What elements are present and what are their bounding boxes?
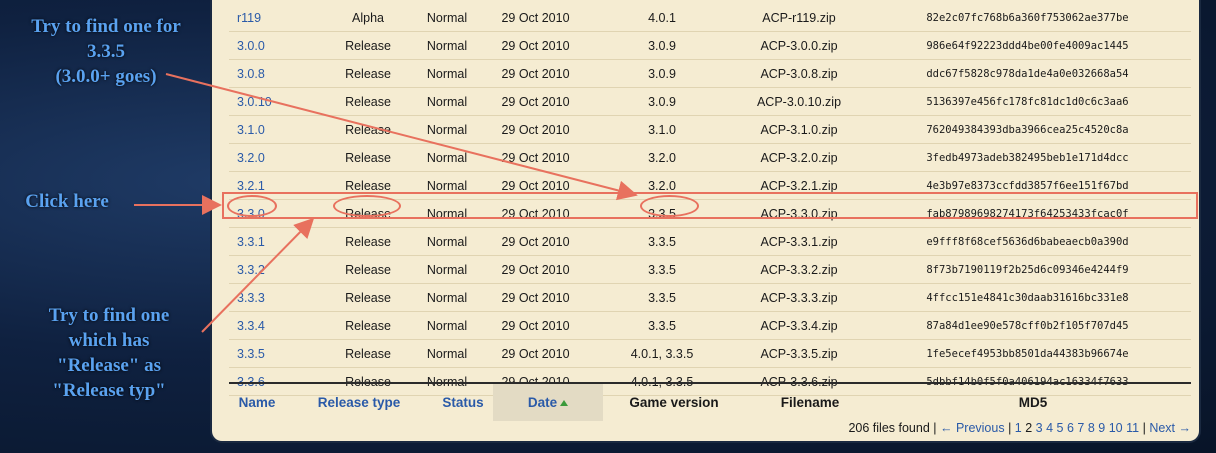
annotation-find-335: Try to find one for 3.3.5 (3.0.0+ goes) xyxy=(6,14,206,89)
arrow-to-release xyxy=(201,217,315,333)
annotation-line: 3.3.5 xyxy=(87,41,125,62)
annotation-line: "Release typ" xyxy=(52,380,166,401)
annotation-line: "Release" as xyxy=(57,355,161,376)
annotation-line: (3.0.0+ goes) xyxy=(55,66,157,87)
annotation-line: Try to find one for xyxy=(31,16,181,37)
annotation-line: Click here xyxy=(25,191,109,212)
arrow-to-version xyxy=(165,73,638,201)
annotation-click-here: Click here xyxy=(4,189,130,214)
annotation-line: Try to find one xyxy=(48,305,170,326)
annotation-line: which has xyxy=(68,330,150,351)
annotation-find-release: Try to find one which has "Release" as "… xyxy=(14,303,204,403)
